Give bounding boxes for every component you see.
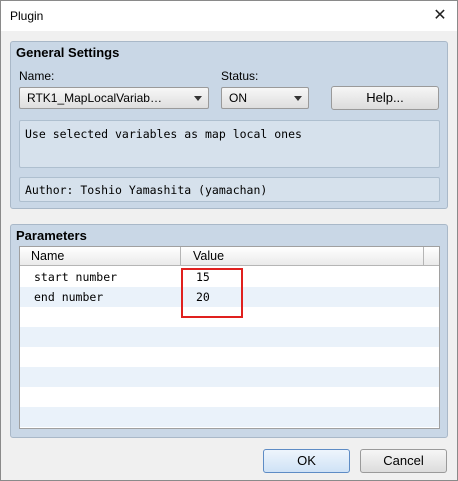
parameters-heading: Parameters <box>16 228 87 243</box>
close-icon[interactable]: ✕ <box>423 1 457 31</box>
value-highlight-box <box>181 268 243 318</box>
chevron-down-icon <box>294 96 302 101</box>
help-button[interactable]: Help... <box>331 86 439 110</box>
name-select-value: RTK1_MapLocalVariab… <box>27 91 162 105</box>
status-select[interactable]: ON <box>221 87 309 109</box>
chevron-down-icon <box>194 96 202 101</box>
param-name: start number <box>34 270 118 284</box>
empty-row <box>20 327 439 347</box>
empty-row <box>20 347 439 367</box>
name-select[interactable]: RTK1_MapLocalVariab… <box>19 87 209 109</box>
column-header-value[interactable]: Value <box>193 249 224 263</box>
general-settings-panel: General Settings Name: RTK1_MapLocalVari… <box>10 41 448 209</box>
author-box: Author: Toshio Yamashita (yamachan) <box>19 177 440 202</box>
help-button-label: Help... <box>366 90 404 105</box>
name-label: Name: <box>19 69 55 83</box>
ok-button[interactable]: OK <box>263 449 350 473</box>
status-select-value: ON <box>229 91 247 105</box>
cancel-button[interactable]: Cancel <box>360 449 447 473</box>
column-divider[interactable] <box>423 247 424 265</box>
parameters-table: Name Value start number 15 end number 20 <box>19 246 440 429</box>
empty-row <box>20 407 439 427</box>
description-box: Use selected variables as map local ones <box>19 120 440 168</box>
general-settings-heading: General Settings <box>16 45 120 60</box>
empty-row <box>20 367 439 387</box>
status-label: Status: <box>221 69 259 83</box>
plugin-dialog: Plugin ✕ General Settings Name: RTK1_Map… <box>0 0 458 481</box>
table-header: Name Value <box>20 247 439 266</box>
cancel-button-label: Cancel <box>383 453 424 468</box>
column-header-name[interactable]: Name <box>31 249 64 263</box>
description-text: Use selected variables as map local ones <box>25 127 302 141</box>
column-divider[interactable] <box>180 247 181 265</box>
title-bar: Plugin ✕ <box>1 1 457 31</box>
ok-button-label: OK <box>297 453 316 468</box>
author-text: Author: Toshio Yamashita (yamachan) <box>25 183 268 197</box>
window-title: Plugin <box>10 9 44 23</box>
parameters-panel: Parameters Name Value start number 15 en… <box>10 224 448 438</box>
param-name: end number <box>34 290 104 304</box>
empty-row <box>20 387 439 407</box>
